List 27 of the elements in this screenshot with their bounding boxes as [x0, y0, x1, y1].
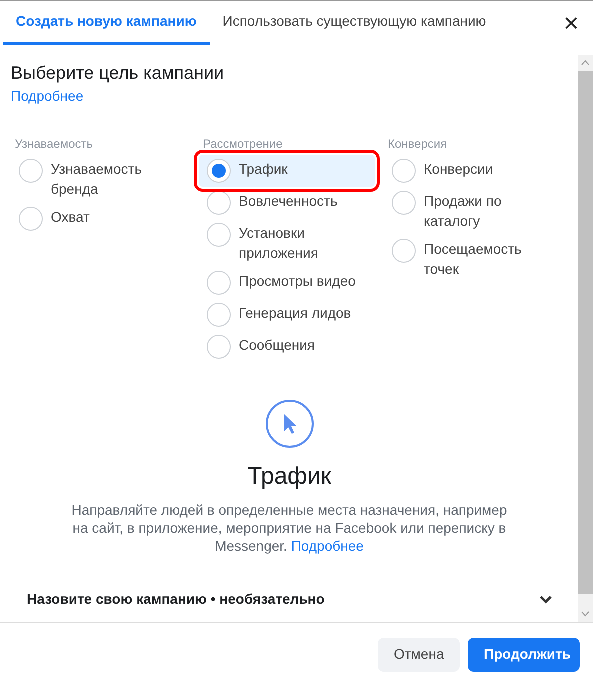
cancel-button[interactable]: Отмена	[378, 638, 460, 672]
objective-description: Направляйте людей в определенные места назначения, например на сайт, в приложение, мероприятие на Facebook или переписку в Messenger. Подробнее	[70, 500, 508, 555]
objective-title: Трафик	[246, 462, 332, 492]
objective-option[interactable]: Охват	[11, 202, 187, 235]
group-title: Рассмотрение	[202, 136, 284, 149]
dialog-heading: Выберите цель кампании	[11, 63, 226, 85]
objective-option[interactable]: Просмотры видео	[199, 266, 375, 299]
learn-more-link[interactable]: Подробнее	[11, 88, 84, 104]
objective-option[interactable]: Сообщения	[199, 330, 375, 363]
objective-option[interactable]: Конверсии	[384, 154, 560, 187]
tab[interactable]: Создать новую кампанию	[3, 1, 210, 45]
tab[interactable]: Использовать существующую кампанию	[210, 1, 500, 45]
objective-option[interactable]: Продажи по каталогу	[384, 186, 560, 235]
objective-option[interactable]: Трафик	[199, 154, 375, 187]
objective-option[interactable]: Вовлеченность	[199, 186, 375, 219]
close-button[interactable]: ×	[550, 10, 593, 36]
objective-option[interactable]: Установки приложения	[199, 218, 375, 267]
group-title: Конверсия	[387, 136, 448, 149]
scrollbar[interactable]	[578, 55, 593, 622]
campaign-name-toggle[interactable]: Назовите свою кампанию • необязательно	[27, 588, 325, 610]
learn-more-link[interactable]: Подробнее	[291, 538, 364, 554]
objective-option[interactable]: Генерация лидов	[199, 298, 375, 331]
group-title: Узнаваемость	[14, 136, 94, 149]
objective-option[interactable]: Посещаемость точек	[384, 234, 560, 283]
cursor-icon	[264, 398, 314, 449]
objective-option[interactable]: Узнаваемость бренда	[11, 154, 187, 203]
continue-button[interactable]: Продолжить	[468, 638, 580, 672]
